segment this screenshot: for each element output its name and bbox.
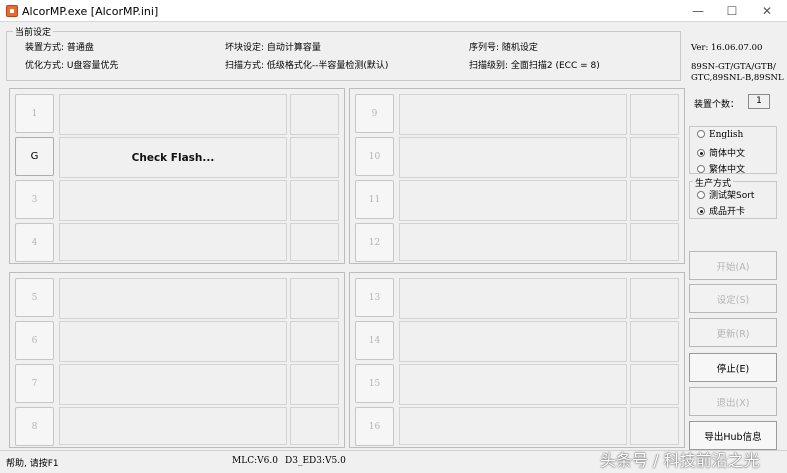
device-mode-label: 装置方式: 普通盘 bbox=[25, 43, 94, 53]
port-info-12 bbox=[630, 223, 679, 261]
port-status-12 bbox=[399, 223, 627, 261]
optimize-label: 优化方式: U盘容量优先 bbox=[25, 61, 119, 71]
port-status-14 bbox=[399, 321, 627, 362]
port-status-3 bbox=[59, 180, 287, 221]
port-info-2 bbox=[290, 137, 339, 178]
title-bar: AlcorMP.exe [AlcorMP.ini] — ☐ ✕ bbox=[0, 0, 787, 22]
port-info-10 bbox=[630, 137, 679, 178]
scan-mode-label: 扫描方式: 低级格式化--半容量检测(默认) bbox=[225, 61, 389, 71]
port-info-8 bbox=[290, 407, 339, 445]
port-status-16 bbox=[399, 407, 627, 445]
lang-english-radio[interactable]: English bbox=[697, 130, 743, 140]
start-button[interactable]: 开始(A) bbox=[689, 251, 777, 280]
port-button-3[interactable]: 3 bbox=[15, 180, 54, 219]
port-status-4 bbox=[59, 223, 287, 261]
port-info-14 bbox=[630, 321, 679, 362]
help-status: 帮助, 请按F1 bbox=[6, 459, 59, 469]
chip-support-label: 89SN-GT/GTA/GTB/ GTC,89SNL-B,89SNL bbox=[691, 62, 784, 83]
port-status-1 bbox=[59, 94, 287, 135]
export-hub-button[interactable]: 导出Hub信息 bbox=[689, 421, 777, 450]
exit-button[interactable]: 退出(X) bbox=[689, 387, 777, 416]
port-panel-top-right: 9 10 11 12 bbox=[349, 88, 685, 264]
port-status-5 bbox=[59, 278, 287, 319]
port-info-11 bbox=[630, 180, 679, 221]
port-button-12[interactable]: 12 bbox=[355, 223, 394, 262]
port-button-6[interactable]: 6 bbox=[15, 321, 54, 360]
d3-version: D3_ED3:V5.0 bbox=[285, 456, 346, 466]
port-button-10[interactable]: 10 bbox=[355, 137, 394, 176]
settings-button[interactable]: 设定(S) bbox=[689, 284, 777, 313]
port-info-15 bbox=[630, 364, 679, 405]
port-button-8[interactable]: 8 bbox=[15, 407, 54, 446]
port-button-15[interactable]: 15 bbox=[355, 364, 394, 403]
port-button-14[interactable]: 14 bbox=[355, 321, 394, 360]
prod-finished-radio[interactable]: 成品开卡 bbox=[697, 204, 745, 217]
lang-simplified-label: 简体中文 bbox=[709, 149, 746, 159]
port-button-7[interactable]: 7 bbox=[15, 364, 54, 403]
port-button-13[interactable]: 13 bbox=[355, 278, 394, 317]
port-button-5[interactable]: 5 bbox=[15, 278, 54, 317]
port-info-16 bbox=[630, 407, 679, 445]
port-button-9[interactable]: 9 bbox=[355, 94, 394, 133]
maximize-button[interactable]: ☐ bbox=[715, 0, 749, 22]
prod-sort-label: 测试架Sort bbox=[709, 191, 755, 201]
radio-checked-icon bbox=[697, 207, 705, 215]
port-button-2[interactable]: G bbox=[15, 137, 54, 176]
port-info-1 bbox=[290, 94, 339, 135]
port-status-10 bbox=[399, 137, 627, 178]
close-button[interactable]: ✕ bbox=[750, 0, 784, 22]
port-status-15 bbox=[399, 364, 627, 405]
watermark: 头条号 / 科技前沿之光 bbox=[600, 451, 760, 470]
current-settings-group bbox=[6, 31, 681, 81]
window-title: AlcorMP.exe [AlcorMP.ini] bbox=[22, 5, 159, 18]
scan-level-label: 扫描级别: 全面扫描2 (ECC = 8) bbox=[469, 61, 600, 71]
port-status-8 bbox=[59, 407, 287, 445]
port-info-5 bbox=[290, 278, 339, 319]
port-button-11[interactable]: 11 bbox=[355, 180, 394, 219]
radio-checked-icon bbox=[697, 149, 705, 157]
radio-icon bbox=[697, 165, 705, 173]
serial-label: 序列号: 随机设定 bbox=[469, 43, 538, 53]
port-info-4 bbox=[290, 223, 339, 261]
port-info-6 bbox=[290, 321, 339, 362]
device-count-field: 1 bbox=[748, 94, 770, 109]
port-info-13 bbox=[630, 278, 679, 319]
prod-sort-radio[interactable]: 测试架Sort bbox=[697, 188, 754, 201]
port-status-2: Check Flash... bbox=[59, 137, 287, 178]
minimize-button[interactable]: — bbox=[681, 0, 715, 22]
port-status-11 bbox=[399, 180, 627, 221]
bad-block-label: 坏块设定: 自动计算容量 bbox=[225, 43, 321, 53]
port-panel-bottom-left: 5 6 7 8 bbox=[9, 272, 345, 448]
port-button-16[interactable]: 16 bbox=[355, 407, 394, 446]
app-icon bbox=[6, 5, 18, 17]
mlc-version: MLC:V6.0 bbox=[232, 456, 278, 466]
port-button-1[interactable]: 1 bbox=[15, 94, 54, 133]
lang-traditional-label: 繁体中文 bbox=[709, 165, 746, 175]
port-info-7 bbox=[290, 364, 339, 405]
port-info-9 bbox=[630, 94, 679, 135]
lang-traditional-radio[interactable]: 繁体中文 bbox=[697, 162, 745, 175]
stop-button[interactable]: 停止(E) bbox=[689, 353, 777, 382]
port-panel-bottom-right: 13 14 15 16 bbox=[349, 272, 685, 448]
port-status-9 bbox=[399, 94, 627, 135]
version-label: Ver: 16.06.07.00 bbox=[691, 43, 763, 53]
port-status-7 bbox=[59, 364, 287, 405]
port-button-4[interactable]: 4 bbox=[15, 223, 54, 262]
port-panel-top-left: 1 G Check Flash... 3 4 bbox=[9, 88, 345, 264]
prod-finished-label: 成品开卡 bbox=[709, 207, 746, 217]
radio-icon bbox=[697, 191, 705, 199]
port-status-6 bbox=[59, 321, 287, 362]
port-status-13 bbox=[399, 278, 627, 319]
lang-simplified-radio[interactable]: 简体中文 bbox=[697, 146, 745, 159]
device-count-label: 装置个数： bbox=[694, 100, 740, 110]
lang-english-label: English bbox=[709, 130, 744, 140]
current-settings-legend: 当前设定 bbox=[13, 25, 54, 38]
update-button[interactable]: 更新(R) bbox=[689, 318, 777, 347]
port-info-3 bbox=[290, 180, 339, 221]
radio-icon bbox=[697, 130, 705, 138]
